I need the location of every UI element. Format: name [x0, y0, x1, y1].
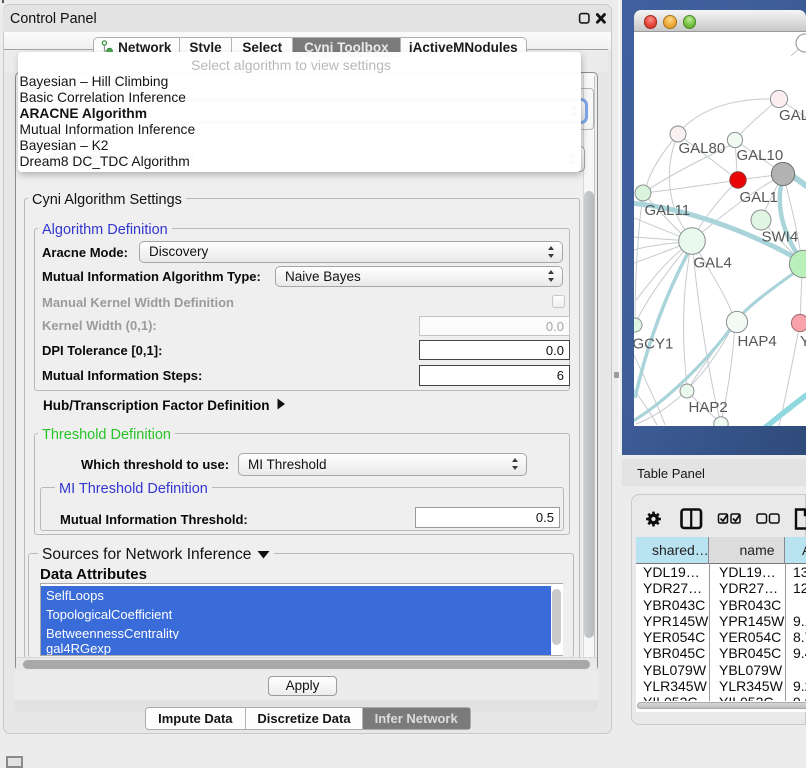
- svg-text:HAP2: HAP2: [689, 399, 728, 416]
- svg-text:HAP4: HAP4: [738, 333, 777, 350]
- svg-text:GAL80: GAL80: [679, 140, 726, 157]
- svg-text:GAL10: GAL10: [737, 147, 784, 164]
- svg-text:GAL4: GAL4: [694, 255, 732, 272]
- svg-text:GAL11: GAL11: [645, 202, 691, 219]
- svg-text:YM: YM: [800, 333, 806, 350]
- svg-text:GAL1: GAL1: [740, 189, 778, 206]
- svg-text:SWI4: SWI4: [762, 229, 799, 246]
- svg-text:GAL2: GAL2: [779, 107, 806, 124]
- svg-text:GCY1: GCY1: [634, 336, 673, 353]
